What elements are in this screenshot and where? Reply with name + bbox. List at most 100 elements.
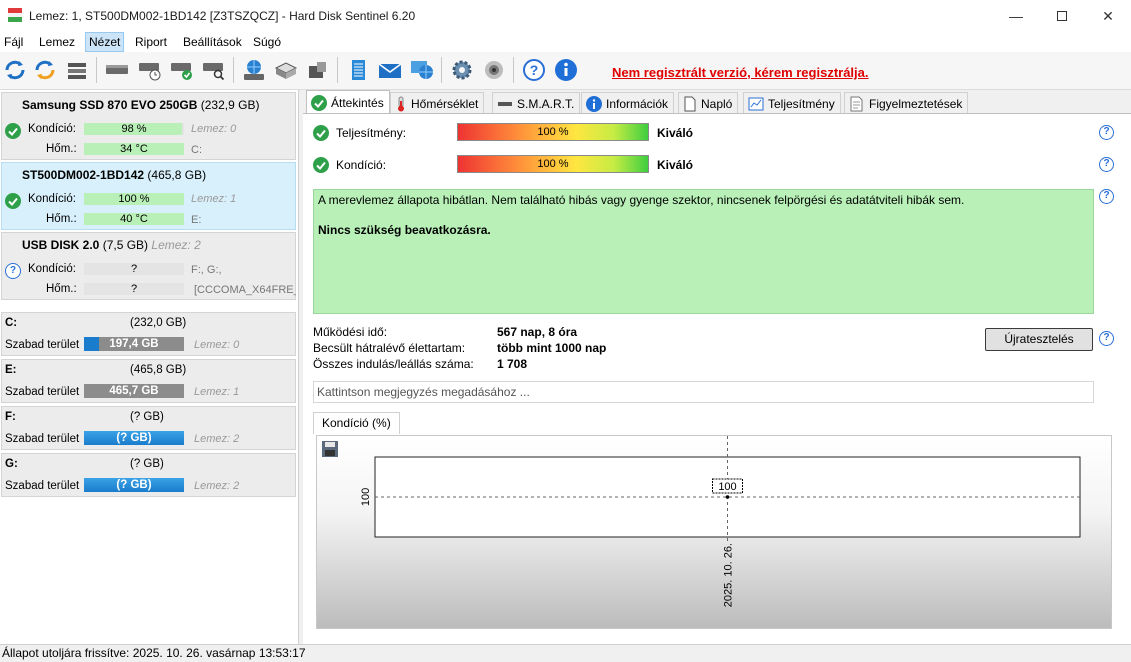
check-icon bbox=[313, 125, 329, 144]
refresh-all-button[interactable] bbox=[31, 56, 59, 84]
close-button[interactable]: ✕ bbox=[1085, 0, 1131, 32]
free-space-bar: 465,7 GB bbox=[84, 384, 184, 398]
disk-index: Lemez: 1 bbox=[194, 386, 240, 398]
check-icon bbox=[313, 157, 329, 176]
menu-help[interactable]: Súgó bbox=[250, 32, 284, 52]
tab-bar: Áttekintés Hőmérséklet S.M.A.R.T. Inform… bbox=[303, 90, 1131, 114]
help-icon[interactable]: ? bbox=[1099, 189, 1114, 204]
tab-performance[interactable]: Teljesítmény bbox=[743, 92, 841, 114]
maximize-button[interactable] bbox=[1039, 0, 1085, 32]
alerts-icon bbox=[850, 96, 863, 111]
menu-bar: Fájl Lemez Nézet Riport Beállítások Súgó bbox=[0, 32, 1131, 52]
uptime-value: 567 nap, 8 óra bbox=[497, 325, 578, 339]
disk-name: Samsung SSD 870 EVO 250GB (232,9 GB) bbox=[22, 98, 260, 112]
volume-size: (? GB) bbox=[130, 411, 164, 423]
help-icon[interactable]: ? bbox=[1099, 157, 1114, 172]
sound-button[interactable] bbox=[480, 56, 508, 84]
tab-log[interactable]: Napló bbox=[678, 92, 739, 114]
refresh-button[interactable] bbox=[1, 56, 29, 84]
temperature-label: Hőm.: bbox=[46, 143, 77, 155]
data-label: 100 bbox=[718, 481, 736, 493]
disk-index: Lemez: 1 bbox=[191, 193, 237, 205]
retest-button[interactable]: Újratesztelés bbox=[985, 328, 1093, 351]
disk-card[interactable]: Samsung SSD 870 EVO 250GB (232,9 GB) Kon… bbox=[1, 92, 296, 160]
about-button[interactable] bbox=[552, 56, 580, 84]
check-icon bbox=[5, 193, 21, 209]
volume-card[interactable]: E: (465,8 GB) Szabad terület 465,7 GB Le… bbox=[1, 359, 296, 403]
temperature-label: Hőm.: bbox=[46, 283, 77, 295]
network-disk-button[interactable] bbox=[240, 56, 268, 84]
tab-overview[interactable]: Áttekintés bbox=[306, 90, 390, 114]
disk-test-button[interactable] bbox=[168, 56, 196, 84]
condition-value: ? bbox=[84, 263, 184, 275]
volume-card[interactable]: C: (232,0 GB) Szabad terület 197,4 GB Le… bbox=[1, 312, 296, 356]
free-space-label: Szabad terület bbox=[5, 480, 80, 492]
title-bar: Lemez: 1, ST500DM002-1BD142 [Z3TSZQCZ] -… bbox=[0, 0, 1131, 32]
disk-card[interactable]: USB DISK 2.0 (7,5 GB) Lemez: 2 ? Kondíci… bbox=[1, 232, 296, 300]
help-button[interactable]: ? bbox=[520, 56, 548, 84]
maximize-icon bbox=[1057, 11, 1067, 21]
disk-details-button[interactable] bbox=[103, 56, 131, 84]
menu-file[interactable]: Fájl bbox=[1, 32, 26, 52]
question-icon: ? bbox=[5, 263, 21, 279]
drive-letters: C: bbox=[191, 144, 202, 156]
disk-index: Lemez: 2 bbox=[194, 480, 240, 492]
lifetime-label: Becsült hátralévő élettartam: bbox=[313, 341, 466, 355]
help-icon[interactable]: ? bbox=[1099, 125, 1114, 140]
minimize-button[interactable]: — bbox=[993, 0, 1039, 32]
condition-bar: 98 % bbox=[84, 123, 184, 135]
disk-name: USB DISK 2.0 (7,5 GB) Lemez: 2 bbox=[22, 238, 201, 252]
volume-card[interactable]: G: (? GB) Szabad terület (? GB) Lemez: 2 bbox=[1, 453, 296, 497]
disk-search-button[interactable] bbox=[200, 56, 228, 84]
tab-information[interactable]: Információk bbox=[581, 92, 675, 114]
report-button[interactable] bbox=[344, 56, 372, 84]
temperature-label: Hőm.: bbox=[46, 213, 77, 225]
volume-card[interactable]: F: (? GB) Szabad terület (? GB) Lemez: 2 bbox=[1, 406, 296, 450]
summary-text: A merevlemez állapota hibátlan. Nem talá… bbox=[318, 193, 965, 207]
disk-card-selected[interactable]: ST500DM002-1BD142 (465,8 GB) Kondíció: 1… bbox=[1, 162, 296, 230]
disk-index: Lemez: 0 bbox=[191, 123, 237, 135]
check-icon bbox=[311, 94, 327, 111]
condition-label: Kondíció: bbox=[336, 158, 387, 172]
help-icon: ? bbox=[523, 59, 545, 81]
server-button[interactable] bbox=[272, 56, 300, 84]
performance-label: Teljesítmény: bbox=[336, 126, 407, 140]
tab-temperature[interactable]: Hőmérséklet bbox=[390, 92, 485, 114]
condition-rating: Kiváló bbox=[657, 158, 694, 172]
disk-index: Lemez: 0 bbox=[194, 339, 240, 351]
menu-report[interactable]: Riport bbox=[132, 32, 170, 52]
menu-settings[interactable]: Beállítások bbox=[180, 32, 245, 52]
disk-list-button[interactable] bbox=[63, 56, 91, 84]
data-point bbox=[725, 495, 730, 499]
hard-disk-icon bbox=[106, 65, 128, 74]
menu-disk[interactable]: Lemez bbox=[36, 32, 78, 52]
refresh-icon bbox=[5, 60, 25, 80]
register-link[interactable]: Nem regisztrált verzió, kérem regisztrál… bbox=[612, 65, 869, 80]
free-space-bar-fill bbox=[84, 337, 99, 351]
web-report-button[interactable] bbox=[408, 56, 436, 84]
tab-alerts[interactable]: Figyelmeztetések bbox=[844, 92, 969, 114]
start-count-value: 1 708 bbox=[497, 357, 528, 371]
free-space-bar: (? GB) bbox=[84, 478, 184, 492]
chart-tab[interactable]: Kondíció (%) bbox=[313, 412, 400, 434]
svg-text:?: ? bbox=[530, 62, 539, 78]
disk-panel: Samsung SSD 870 EVO 250GB (232,9 GB) Kon… bbox=[0, 90, 299, 644]
tab-smart[interactable]: S.M.A.R.T. bbox=[492, 92, 581, 114]
settings-button[interactable] bbox=[448, 56, 476, 84]
minimize-icon: — bbox=[1009, 8, 1023, 24]
info-icon bbox=[555, 59, 577, 81]
lifetime-value: több mint 1000 nap bbox=[497, 341, 607, 355]
help-icon[interactable]: ? bbox=[1099, 331, 1114, 346]
external-disk-button[interactable] bbox=[304, 56, 332, 84]
health-summary: A merevlemez állapota hibátlan. Nem talá… bbox=[313, 189, 1094, 314]
window-title: Lemez: 1, ST500DM002-1BD142 [Z3TSZQCZ] -… bbox=[29, 9, 416, 23]
menu-view[interactable]: Nézet bbox=[85, 32, 125, 52]
condition-gauge: 100 % bbox=[457, 155, 649, 173]
note-input[interactable]: Kattintson megjegyzés megadásához ... bbox=[313, 381, 1094, 403]
thermometer-icon bbox=[398, 96, 404, 111]
disk-timer-button[interactable] bbox=[136, 56, 164, 84]
email-button[interactable] bbox=[376, 56, 404, 84]
email-icon bbox=[378, 63, 402, 78]
start-count-label: Összes indulás/leállás száma: bbox=[313, 357, 474, 371]
hard-disk-icon bbox=[498, 101, 512, 106]
